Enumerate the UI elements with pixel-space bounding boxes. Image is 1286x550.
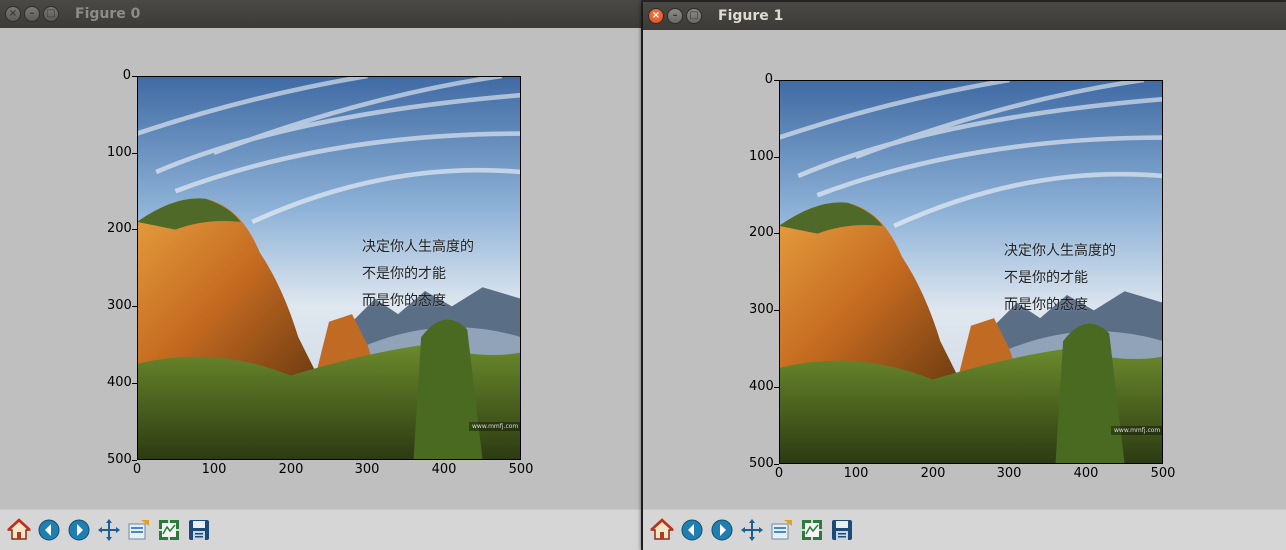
- y-tick-label: 0: [107, 68, 137, 83]
- x-tick-label: 400: [431, 462, 457, 477]
- y-tick-label: 400: [749, 379, 779, 394]
- back-button[interactable]: [678, 516, 706, 544]
- close-button[interactable]: ×: [648, 8, 664, 24]
- configure-subplots-icon: [159, 520, 179, 540]
- forward-icon: [68, 519, 90, 541]
- pan-button[interactable]: [738, 516, 766, 544]
- pan-icon: [98, 519, 120, 541]
- x-tick-label: 0: [774, 466, 784, 481]
- window-title: Figure 1: [718, 8, 784, 24]
- forward-button[interactable]: [708, 516, 736, 544]
- forward-icon: [711, 519, 733, 541]
- configure-subplots-icon: [802, 520, 822, 540]
- home-button[interactable]: [648, 516, 676, 544]
- x-tick-label: 100: [201, 462, 227, 477]
- zoom-button[interactable]: [768, 516, 796, 544]
- x-tick-label: 300: [354, 462, 380, 477]
- maximize-button[interactable]: □: [686, 8, 702, 24]
- back-button[interactable]: [35, 516, 63, 544]
- title-bar[interactable]: × – □ Figure 0: [0, 0, 641, 28]
- pan-button[interactable]: [95, 516, 123, 544]
- maximize-button[interactable]: □: [43, 6, 59, 22]
- x-tick-label: 200: [278, 462, 304, 477]
- x-tick-label: 100: [843, 466, 869, 481]
- x-tick-label: 400: [1073, 466, 1099, 481]
- home-button[interactable]: [5, 516, 33, 544]
- pan-icon: [741, 519, 763, 541]
- forward-button[interactable]: [65, 516, 93, 544]
- x-tick-label: 200: [920, 466, 946, 481]
- y-tick-label: 200: [749, 225, 779, 240]
- navigation-toolbar: [643, 509, 1286, 550]
- y-tick-label: 100: [749, 149, 779, 164]
- image-axes[interactable]: 决定你人生高度的 不是你的才能 而是你的态度 www.mmfj.com 0 10…: [107, 68, 533, 477]
- image-axes[interactable]: 决定你人生高度的 不是你的才能 而是你的态度 www.mmfj.com 0 10…: [749, 72, 1175, 481]
- x-tick-label: 0: [132, 462, 142, 477]
- y-tick-label: 400: [107, 375, 137, 390]
- title-bar[interactable]: × – □ Figure 1: [643, 2, 1286, 30]
- figure-canvas[interactable]: 决定你人生高度的 不是你的才能 而是你的态度 www.mmfj.com 0 10…: [643, 30, 1286, 510]
- save-button[interactable]: [828, 516, 856, 544]
- navigation-toolbar: [0, 509, 641, 550]
- configure-subplots-button[interactable]: [798, 516, 826, 544]
- save-icon: [189, 520, 209, 540]
- zoom-icon: [771, 520, 792, 540]
- back-icon: [681, 519, 703, 541]
- y-tick-label: 100: [107, 145, 137, 160]
- x-tick-label: 500: [508, 462, 534, 477]
- figure-window-0: × – □ Figure 0 决定你人生高度的 不是你的才能 而是你的态度 ww…: [0, 0, 641, 550]
- home-icon: [650, 518, 674, 540]
- configure-subplots-button[interactable]: [155, 516, 183, 544]
- x-tick-label: 500: [1150, 466, 1176, 481]
- zoom-button[interactable]: [125, 516, 153, 544]
- zoom-icon: [128, 520, 149, 540]
- save-button[interactable]: [185, 516, 213, 544]
- y-tick-label: 300: [749, 302, 779, 317]
- window-title: Figure 0: [75, 6, 141, 22]
- figure-window-1: × – □ Figure 1 决定你人生高度的 不是你的才能 而是你的态度 ww…: [643, 2, 1286, 550]
- home-icon: [7, 518, 31, 540]
- y-tick-label: 300: [107, 298, 137, 313]
- minimize-button[interactable]: –: [667, 8, 683, 24]
- back-icon: [38, 519, 60, 541]
- close-button[interactable]: ×: [5, 6, 21, 22]
- minimize-button[interactable]: –: [24, 6, 40, 22]
- x-tick-label: 300: [996, 466, 1022, 481]
- y-tick-label: 200: [107, 221, 137, 236]
- save-icon: [832, 520, 852, 540]
- figure-canvas[interactable]: 决定你人生高度的 不是你的才能 而是你的态度 www.mmfj.com 0 10…: [0, 28, 641, 510]
- y-tick-label: 0: [749, 72, 779, 87]
